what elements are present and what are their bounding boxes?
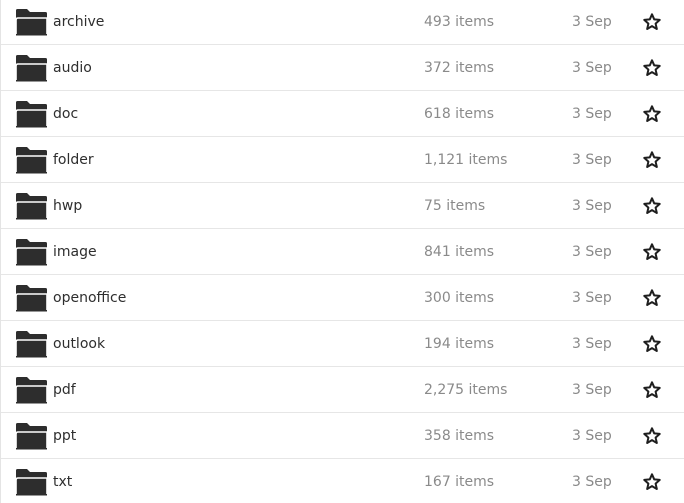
star-icon[interactable] — [642, 288, 662, 308]
modified-date: 3 Sep — [572, 106, 612, 122]
star-icon[interactable] — [642, 472, 662, 492]
star-icon[interactable] — [642, 196, 662, 216]
file-name: doc — [53, 106, 79, 122]
folder-icon — [15, 9, 48, 36]
file-row-txt[interactable]: txt 167 items 3 Sep — [1, 459, 684, 503]
folder-icon — [15, 423, 48, 450]
folder-icon — [15, 193, 48, 220]
star-icon[interactable] — [642, 150, 662, 170]
item-count: 2,275 items — [424, 382, 508, 398]
file-row-ppt[interactable]: ppt 358 items 3 Sep — [1, 413, 684, 459]
modified-date: 3 Sep — [572, 60, 612, 76]
modified-date: 3 Sep — [572, 474, 612, 490]
modified-date: 3 Sep — [572, 290, 612, 306]
file-row-folder[interactable]: folder 1,121 items 3 Sep — [1, 137, 684, 183]
file-name: image — [53, 244, 97, 260]
item-count: 372 items — [424, 60, 495, 76]
file-row-openoffice[interactable]: openoffice 300 items 3 Sep — [1, 275, 684, 321]
folder-icon — [15, 469, 48, 496]
file-row-pdf[interactable]: pdf 2,275 items 3 Sep — [1, 367, 684, 413]
item-count: 1,121 items — [424, 152, 508, 168]
folder-icon — [15, 147, 48, 174]
item-count: 300 items — [424, 290, 495, 306]
file-name: audio — [53, 60, 92, 76]
item-count: 194 items — [424, 336, 495, 352]
folder-icon — [15, 55, 48, 82]
file-name: folder — [53, 152, 94, 168]
modified-date: 3 Sep — [572, 336, 612, 352]
star-icon[interactable] — [642, 104, 662, 124]
folder-icon — [15, 239, 48, 266]
modified-date: 3 Sep — [572, 198, 612, 214]
file-name: txt — [53, 474, 73, 490]
file-row-doc[interactable]: doc 618 items 3 Sep — [1, 91, 684, 137]
item-count: 75 items — [424, 198, 486, 214]
star-icon[interactable] — [642, 380, 662, 400]
file-name: ppt — [53, 428, 77, 444]
modified-date: 3 Sep — [572, 428, 612, 444]
file-name: outlook — [53, 336, 106, 352]
file-list: archive 493 items 3 Sep audio 372 items … — [0, 0, 684, 503]
star-icon[interactable] — [642, 242, 662, 262]
item-count: 841 items — [424, 244, 495, 260]
star-icon[interactable] — [642, 12, 662, 32]
file-name: hwp — [53, 198, 83, 214]
file-row-audio[interactable]: audio 372 items 3 Sep — [1, 45, 684, 91]
item-count: 167 items — [424, 474, 495, 490]
file-row-hwp[interactable]: hwp 75 items 3 Sep — [1, 183, 684, 229]
folder-icon — [15, 377, 48, 404]
file-row-archive[interactable]: archive 493 items 3 Sep — [1, 0, 684, 45]
file-row-outlook[interactable]: outlook 194 items 3 Sep — [1, 321, 684, 367]
file-name: openoffice — [53, 290, 127, 306]
file-name: archive — [53, 14, 105, 30]
star-icon[interactable] — [642, 426, 662, 446]
item-count: 618 items — [424, 106, 495, 122]
folder-icon — [15, 285, 48, 312]
folder-icon — [15, 331, 48, 358]
star-icon[interactable] — [642, 58, 662, 78]
item-count: 358 items — [424, 428, 495, 444]
modified-date: 3 Sep — [572, 152, 612, 168]
item-count: 493 items — [424, 14, 495, 30]
file-row-image[interactable]: image 841 items 3 Sep — [1, 229, 684, 275]
folder-icon — [15, 101, 48, 128]
modified-date: 3 Sep — [572, 14, 612, 30]
modified-date: 3 Sep — [572, 382, 612, 398]
modified-date: 3 Sep — [572, 244, 612, 260]
file-name: pdf — [53, 382, 76, 398]
star-icon[interactable] — [642, 334, 662, 354]
